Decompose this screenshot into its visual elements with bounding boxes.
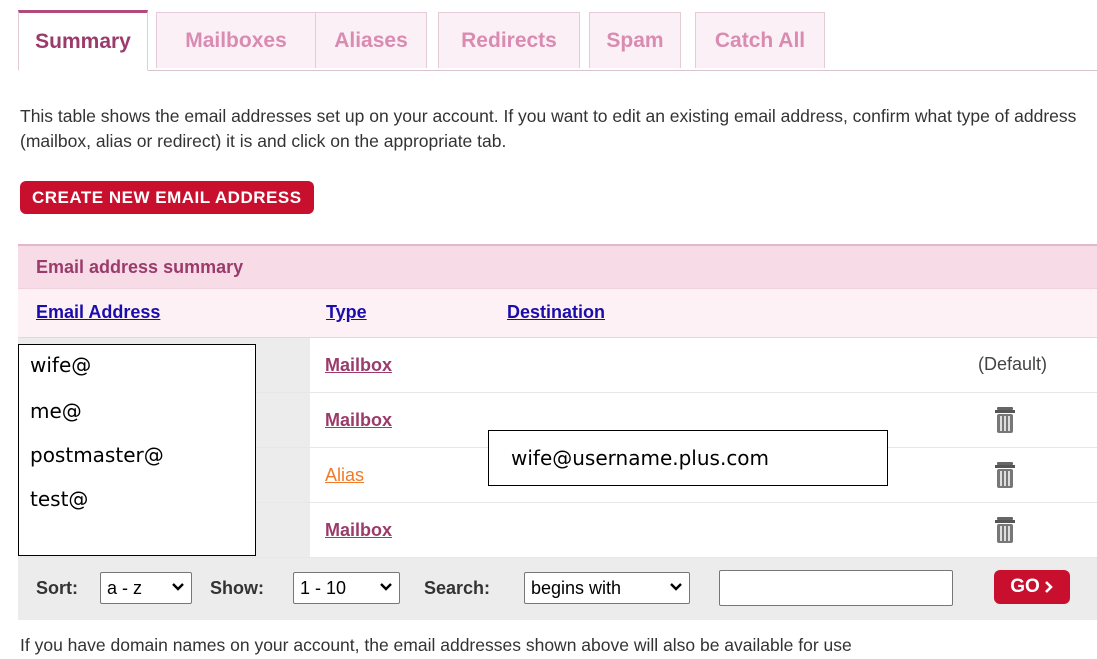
intro-text: This table shows the email addresses set… xyxy=(20,106,1077,151)
default-label: (Default) xyxy=(977,354,1047,374)
type-link[interactable]: Mailbox xyxy=(325,410,392,431)
go-label: GO xyxy=(1010,576,1040,597)
show-select[interactable]: 1 - 10 xyxy=(293,572,400,604)
tab-mailboxes[interactable]: Mailboxes xyxy=(156,12,316,68)
go-button[interactable]: GO xyxy=(994,570,1070,604)
destination-sort-link[interactable]: Destination xyxy=(507,302,605,323)
tab-catch-all[interactable]: Catch All xyxy=(695,12,825,68)
sort-select[interactable]: a - z xyxy=(100,572,192,604)
filter-bar: Sort: a - z Show: 1 - 10 Search: begins … xyxy=(18,558,1097,620)
search-mode-select[interactable]: begins with xyxy=(524,572,690,604)
footer-note: If you have domain names on your account… xyxy=(20,635,852,655)
type-link[interactable]: Mailbox xyxy=(325,520,392,541)
tab-summary[interactable]: Summary xyxy=(18,10,148,71)
type-link[interactable]: Mailbox xyxy=(325,355,392,376)
tab-bar-divider xyxy=(148,70,1097,71)
tab-bar: Summary Mailboxes Aliases Redirects Spam… xyxy=(18,10,1097,71)
table-title: Email address summary xyxy=(18,244,1097,288)
trash-icon[interactable] xyxy=(994,406,1016,434)
chevron-down-icon xyxy=(670,583,682,591)
chevron-right-icon xyxy=(1044,581,1053,593)
overlay-email: postmaster@ xyxy=(30,443,164,467)
tab-aliases[interactable]: Aliases xyxy=(315,12,427,68)
create-new-email-button[interactable]: CREATE NEW EMAIL ADDRESS xyxy=(20,181,314,214)
chevron-down-icon xyxy=(172,583,184,591)
destination-overlay: wife@username.plus.com xyxy=(488,430,888,486)
trash-icon[interactable] xyxy=(994,461,1016,489)
search-input[interactable] xyxy=(719,570,953,606)
search-mode-value: begins with xyxy=(531,577,622,598)
column-headers: Email Address Type Destination xyxy=(18,288,1097,338)
tab-redirects[interactable]: Redirects xyxy=(438,12,580,68)
type-sort-link[interactable]: Type xyxy=(326,302,367,323)
email-address-sort-link[interactable]: Email Address xyxy=(36,302,160,323)
trash-icon[interactable] xyxy=(994,516,1016,544)
sort-label: Sort: xyxy=(36,578,78,598)
show-value: 1 - 10 xyxy=(300,577,347,598)
overlay-email: test@ xyxy=(30,487,89,511)
chevron-down-icon xyxy=(380,583,392,591)
search-label: Search: xyxy=(424,578,491,598)
show-label: Show: xyxy=(210,578,264,598)
email-list-overlay: wife@ me@ postmaster@ test@ xyxy=(18,344,256,556)
overlay-email: wife@ xyxy=(30,353,92,377)
overlay-email: me@ xyxy=(30,399,82,423)
type-link[interactable]: Alias xyxy=(325,465,364,486)
sort-value: a - z xyxy=(107,577,143,598)
tab-spam[interactable]: Spam xyxy=(589,12,681,68)
